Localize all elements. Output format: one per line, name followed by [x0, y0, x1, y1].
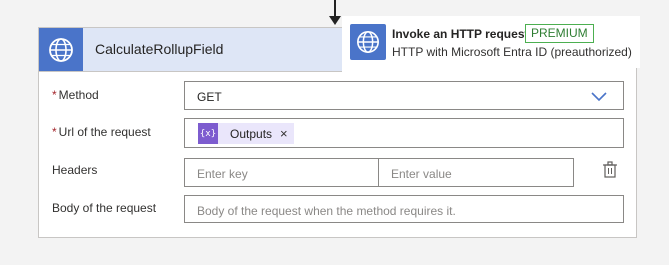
headers-label: Headers	[52, 163, 98, 177]
header-key-input[interactable]: Enter key	[184, 158, 379, 187]
method-value: GET	[197, 90, 222, 104]
header-value-input[interactable]: Enter value	[378, 158, 574, 187]
method-label: * Method	[52, 88, 99, 102]
body-input[interactable]: Body of the request when the method requ…	[184, 195, 624, 223]
globe-icon	[350, 24, 386, 60]
url-input[interactable]: {x} Outputs ×	[184, 118, 624, 148]
flow-arrow-icon	[329, 16, 341, 25]
delete-icon[interactable]	[602, 161, 618, 179]
url-label-text: Url of the request	[58, 125, 151, 139]
method-select[interactable]: GET	[184, 81, 624, 110]
action-card-header[interactable]: CalculateRollupField	[39, 28, 342, 72]
outputs-token[interactable]: {x} Outputs ×	[198, 123, 294, 144]
action-title: CalculateRollupField	[95, 41, 224, 57]
globe-icon	[39, 28, 83, 71]
body-placeholder: Body of the request when the method requ…	[197, 204, 456, 218]
url-label: * Url of the request	[52, 125, 151, 139]
key-placeholder: Enter key	[197, 167, 248, 181]
close-icon[interactable]: ×	[280, 126, 288, 141]
action-tooltip: Invoke an HTTP request PREMIUM HTTP with…	[342, 16, 640, 68]
expression-icon: {x}	[198, 123, 218, 144]
value-placeholder: Enter value	[391, 167, 452, 181]
tooltip-subtitle: HTTP with Microsoft Entra ID (preauthori…	[392, 45, 632, 59]
chevron-down-icon[interactable]	[591, 91, 607, 105]
premium-badge: PREMIUM	[525, 24, 594, 43]
required-marker: *	[52, 125, 57, 139]
required-marker: *	[52, 88, 57, 102]
method-label-text: Method	[58, 88, 99, 102]
tooltip-title: Invoke an HTTP request	[392, 27, 529, 41]
token-label: Outputs	[230, 126, 273, 141]
body-label: Body of the request	[52, 201, 157, 215]
